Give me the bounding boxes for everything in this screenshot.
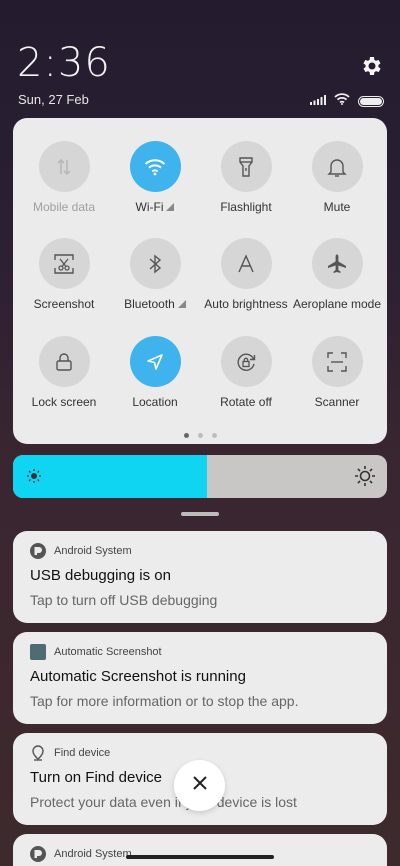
lock-icon: [55, 352, 73, 372]
notification-app-name: Android System: [54, 848, 132, 860]
screenshot-icon: [53, 253, 75, 275]
scanner-icon: [326, 351, 348, 373]
notification-android-system[interactable]: Android System: [13, 834, 387, 866]
qs-tile-label: Wi-Fi: [135, 200, 164, 214]
qs-tile-label: Rotate off: [220, 395, 272, 409]
qs-toggle-rotate-off[interactable]: [220, 336, 272, 387]
qs-tile-label: Scanner: [314, 395, 360, 409]
airplane-icon: [326, 253, 348, 275]
qs-tile-bluetooth[interactable]: Bluetooth: [109, 238, 201, 311]
status-area: 2:36 Sun, 27 Feb: [0, 0, 400, 115]
auto-brightness-icon: [236, 253, 256, 274]
clock[interactable]: 2:36: [17, 40, 111, 86]
notification-app-row: Automatic Screenshot: [30, 644, 162, 660]
qs-tile-label: Mobile data: [32, 200, 96, 214]
qs-toggle-flashlight[interactable]: [220, 141, 272, 192]
panel-drag-handle[interactable]: [181, 512, 219, 516]
page-dot-3[interactable]: [211, 433, 217, 438]
android-system-icon: [30, 846, 46, 862]
notification-title: USB debugging is on: [30, 567, 171, 584]
battery-icon: [358, 95, 384, 107]
brightness-slider[interactable]: [13, 455, 387, 498]
expand-triangle-icon[interactable]: [163, 200, 175, 214]
location-icon: [145, 352, 165, 372]
wifi-icon: [144, 158, 166, 176]
qs-tile-label: Location: [132, 395, 178, 409]
qs-tile-lock-screen[interactable]: Lock screen: [18, 336, 110, 409]
system-status-icons: [310, 92, 384, 110]
notification-title: Turn on Find device: [30, 769, 163, 786]
settings-gear-icon[interactable]: [360, 54, 384, 78]
close-icon: [192, 775, 208, 796]
qs-toggle-mobile-data[interactable]: [38, 141, 90, 192]
brightness-fill: [13, 455, 208, 498]
mobile-data-icon: [54, 157, 74, 177]
qs-tile-label-row: Wi-Fi: [109, 200, 201, 214]
qs-tile-location[interactable]: Location: [109, 336, 201, 409]
notification-usb-debugging[interactable]: Android System USB debugging is on Tap t…: [13, 531, 387, 623]
notification-body: Tap to turn off USB debugging: [30, 592, 218, 608]
qs-toggle-aeroplane-mode[interactable]: [311, 238, 363, 289]
gesture-nav-bar[interactable]: [126, 855, 274, 859]
qs-toggle-lock-screen[interactable]: [38, 336, 90, 387]
qs-toggle-auto-brightness[interactable]: [220, 238, 272, 289]
qs-tile-aeroplane-mode[interactable]: Aeroplane mode: [291, 238, 383, 311]
notification-app-name: Android System: [54, 545, 132, 557]
notification-app-row: Android System: [30, 846, 132, 862]
qs-toggle-wi-fi[interactable]: [129, 141, 181, 192]
bluetooth-icon: [147, 254, 163, 274]
notification-app-row: Android System: [30, 543, 132, 559]
qs-toggle-mute[interactable]: [311, 141, 363, 192]
notification-app-name: Automatic Screenshot: [54, 646, 162, 658]
expand-triangle-icon[interactable]: [175, 297, 186, 311]
brightness-low-icon: [27, 469, 41, 488]
qs-tile-label: Auto brightness: [204, 297, 288, 311]
quick-settings-panel: Mobile data Wi-Fi Flashlight Mute Screenshot…: [13, 118, 387, 444]
notification-body: Protect your data even if your device is…: [30, 794, 297, 810]
qs-tile-auto-brightness[interactable]: Auto brightness: [200, 238, 292, 311]
notification-body: Tap for more information or to stop the …: [30, 693, 299, 709]
location-pin-icon: [30, 745, 46, 761]
qs-tile-label-row: Bluetooth: [109, 297, 201, 311]
qs-tile-flashlight[interactable]: Flashlight: [200, 141, 292, 214]
page-dot-2[interactable]: [197, 433, 203, 438]
qs-tile-wi-fi[interactable]: Wi-Fi: [109, 141, 201, 214]
brightness-high-icon: [355, 466, 375, 491]
flashlight-icon: [236, 156, 256, 178]
qs-tile-scanner[interactable]: Scanner: [291, 336, 383, 409]
page-indicator: [13, 433, 387, 438]
qs-toggle-screenshot[interactable]: [38, 238, 90, 289]
qs-tile-mobile-data[interactable]: Mobile data: [18, 141, 110, 214]
qs-tile-rotate-off[interactable]: Rotate off: [200, 336, 292, 409]
qs-tile-label: Bluetooth: [124, 297, 175, 311]
notification-app-row: Find device: [30, 745, 110, 761]
qs-tile-screenshot[interactable]: Screenshot: [18, 238, 110, 311]
qs-toggle-scanner[interactable]: [311, 336, 363, 387]
wifi-status-icon: [334, 92, 350, 110]
qs-tile-label: Aeroplane mode: [292, 297, 382, 311]
android-system-icon: [30, 543, 46, 559]
clear-notifications-button[interactable]: [174, 760, 225, 811]
page-dot-1[interactable]: [183, 433, 189, 438]
qs-tile-label: Mute: [323, 200, 351, 214]
notification-automatic-screenshot[interactable]: Automatic Screenshot Automatic Screensho…: [13, 632, 387, 724]
date[interactable]: Sun, 27 Feb: [18, 92, 89, 107]
qs-toggle-location[interactable]: [129, 336, 181, 387]
qs-tile-label: Screenshot: [33, 297, 95, 311]
app-square-icon: [30, 644, 46, 660]
signal-icon: [310, 92, 326, 110]
notification-app-name: Find device: [54, 747, 111, 759]
bell-icon: [327, 156, 347, 178]
qs-tile-mute[interactable]: Mute: [291, 141, 383, 214]
qs-toggle-bluetooth[interactable]: [129, 238, 181, 289]
notification-title: Automatic Screenshot is running: [30, 668, 246, 685]
rotate-lock-icon: [235, 351, 257, 373]
qs-tile-label: Flashlight: [220, 200, 272, 214]
qs-tile-label: Lock screen: [31, 395, 97, 409]
